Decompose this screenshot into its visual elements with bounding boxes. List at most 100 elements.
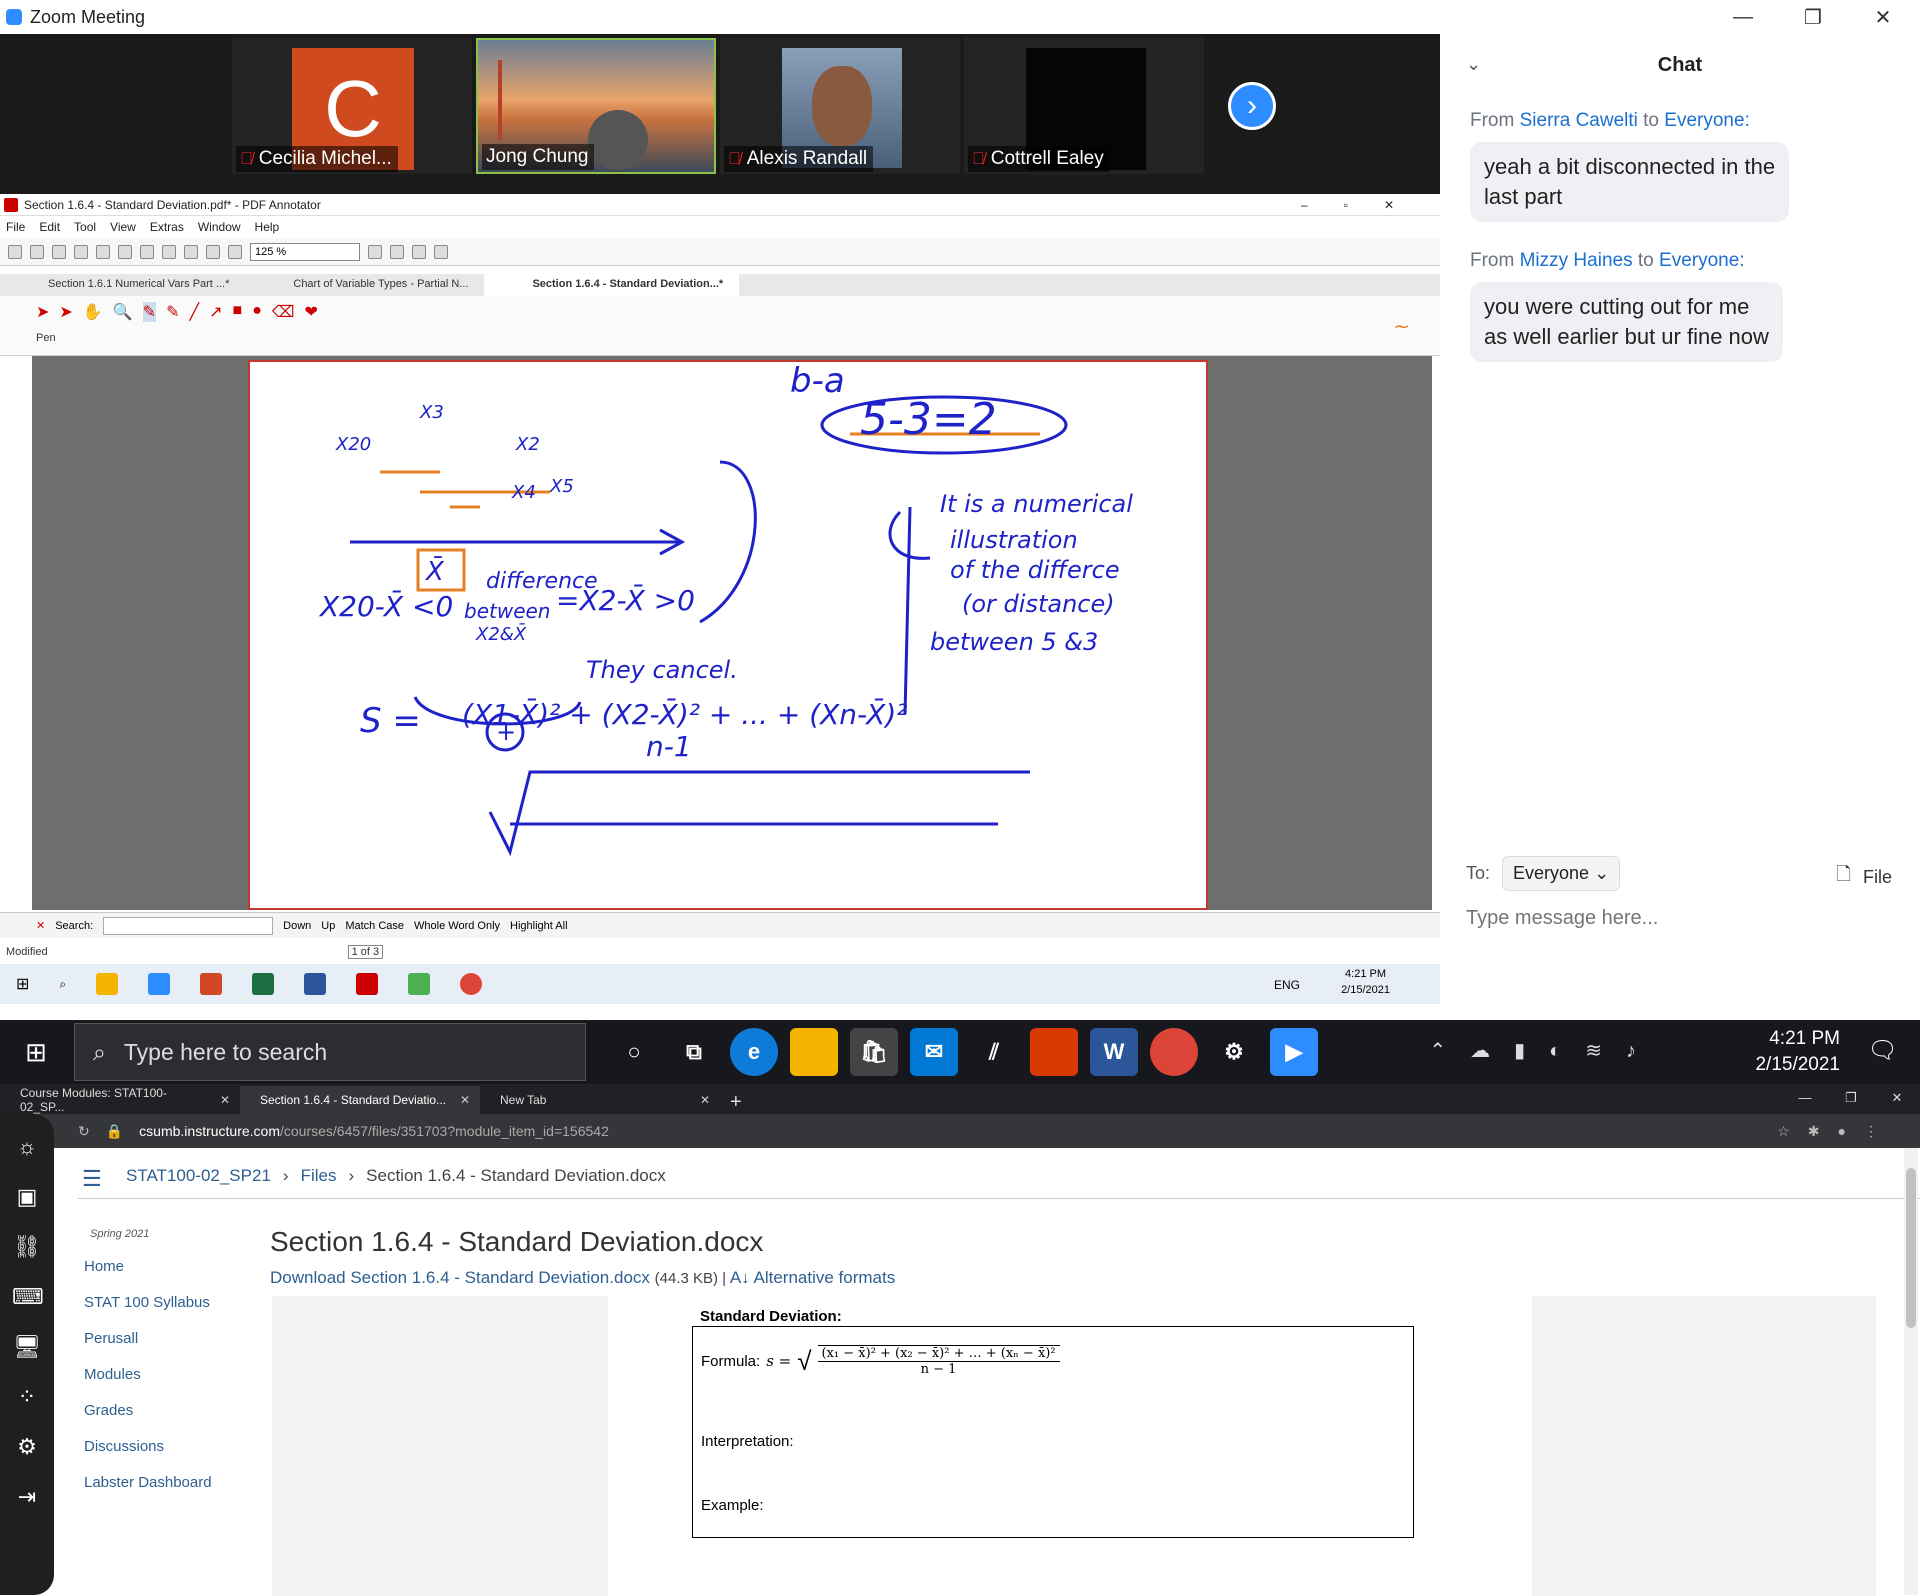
- search-up-button[interactable]: Up: [321, 920, 335, 932]
- stamp-icon[interactable]: ❤: [304, 302, 317, 322]
- zoom-in-icon[interactable]: [368, 244, 382, 259]
- browser-actions[interactable]: ☆✱●⋮: [1777, 1123, 1920, 1140]
- pdf-window-controls[interactable]: –▫✕: [1301, 198, 1440, 212]
- page-indicator[interactable]: 1 of 3: [347, 945, 384, 959]
- nav-home[interactable]: Home: [84, 1258, 212, 1294]
- menu-edit[interactable]: Edit: [39, 220, 60, 234]
- cortana-icon[interactable]: ○: [610, 1028, 658, 1076]
- settings-icon[interactable]: ⚙: [12, 1434, 42, 1464]
- pen-app-icon[interactable]: ⫽: [970, 1028, 1018, 1076]
- dots-icon[interactable]: ⁘: [12, 1384, 42, 1414]
- menu-tool[interactable]: Tool: [74, 220, 96, 234]
- system-tray[interactable]: ⌃☁▮◐≋♪: [1429, 1038, 1660, 1063]
- pdf-tab[interactable]: Chart of Variable Types - Partial N...: [245, 274, 484, 296]
- pdf-search-input[interactable]: [103, 916, 274, 935]
- open-icon[interactable]: [30, 244, 44, 259]
- search-down-button[interactable]: Down: [283, 920, 311, 932]
- notifications-icon[interactable]: 🗨: [1868, 1036, 1898, 1065]
- pointer-icon[interactable]: ➤: [36, 302, 49, 322]
- magnifier-icon[interactable]: 🔍: [113, 302, 133, 322]
- mail-icon[interactable]: ✉: [910, 1028, 958, 1076]
- participant-tile-active[interactable]: Jong Chung: [476, 38, 716, 174]
- breadcrumb-files[interactable]: Files: [301, 1166, 337, 1186]
- taskbar-search[interactable]: ⌕ Type here to search: [74, 1023, 586, 1081]
- taskbar-clock[interactable]: 4:21 PM 2/15/2021: [1755, 1026, 1840, 1078]
- restore-button[interactable]: ❐: [1778, 0, 1848, 34]
- hamburger-icon[interactable]: ☰: [82, 1166, 102, 1192]
- binoculars-icon[interactable]: [206, 244, 220, 259]
- excel-icon[interactable]: [252, 973, 275, 995]
- nav-syllabus[interactable]: STAT 100 Syllabus: [84, 1294, 212, 1330]
- close-button[interactable]: ✕: [1848, 0, 1918, 34]
- pen-icon[interactable]: ✎: [142, 302, 157, 322]
- nav-discussions[interactable]: Discussions: [84, 1438, 212, 1474]
- reload-icon[interactable]: ↻: [78, 1123, 90, 1140]
- page-scrollbar[interactable]: [1904, 1148, 1918, 1595]
- zoom-select[interactable]: 125 %: [250, 242, 360, 261]
- fit-page-icon[interactable]: [390, 244, 404, 259]
- file-explorer-icon[interactable]: [96, 973, 119, 995]
- undo-icon[interactable]: [162, 244, 176, 259]
- windows-start-icon[interactable]: ⊞: [16, 974, 29, 994]
- edge-icon[interactable]: e: [730, 1028, 778, 1076]
- zoom-out-icon[interactable]: [228, 244, 242, 259]
- close-tab-icon[interactable]: ✕: [700, 1093, 710, 1107]
- close-button[interactable]: ✕: [1874, 1084, 1920, 1114]
- word-icon[interactable]: [304, 973, 327, 995]
- menu-extras[interactable]: Extras: [150, 220, 184, 234]
- menu-file[interactable]: File: [6, 220, 25, 234]
- next-page-button[interactable]: ›: [1228, 82, 1276, 130]
- recipient-name[interactable]: Everyone:: [1664, 110, 1750, 131]
- zoom-app-icon[interactable]: [148, 973, 171, 995]
- close-tab-icon[interactable]: ✕: [460, 1093, 470, 1107]
- powerpoint-icon[interactable]: [200, 973, 223, 995]
- participant-tile[interactable]: C 🎙̸ Cecilia Michel...: [232, 38, 472, 174]
- file-explorer-icon[interactable]: [790, 1028, 838, 1076]
- url[interactable]: csumb.instructure.com/courses/6457/files…: [139, 1123, 609, 1139]
- window-icon[interactable]: ▣: [12, 1184, 42, 1214]
- store-icon[interactable]: 🛍: [850, 1028, 898, 1076]
- browser-tab[interactable]: Course Modules: STAT100-02_SP... ✕: [0, 1086, 240, 1114]
- task-view-icon[interactable]: ⧉: [670, 1028, 718, 1076]
- restore-button[interactable]: ❐: [1828, 1084, 1874, 1114]
- collapse-icon[interactable]: ⇥: [12, 1484, 42, 1514]
- search-icon[interactable]: ⌕: [59, 977, 66, 992]
- save-icon[interactable]: [52, 244, 66, 259]
- browser-tab-active[interactable]: Section 1.6.4 - Standard Deviatio... ✕: [240, 1086, 480, 1114]
- minimize-button[interactable]: —: [1782, 1084, 1828, 1114]
- breadcrumb-course[interactable]: STAT100-02_SP21: [126, 1166, 271, 1186]
- menu-help[interactable]: Help: [255, 220, 280, 234]
- match-case-toggle[interactable]: Match Case: [345, 920, 404, 932]
- browser-tab[interactable]: New Tab ✕: [480, 1086, 720, 1114]
- pdf-tab[interactable]: Section 1.6.1 Numerical Vars Part ...*: [0, 274, 245, 296]
- windows-start-icon[interactable]: ⊞: [0, 1020, 72, 1084]
- paste-icon[interactable]: [140, 244, 154, 259]
- highlight-all-toggle[interactable]: Highlight All: [510, 920, 567, 932]
- address-bar[interactable]: ↻ 🔒 csumb.instructure.com/courses/6457/f…: [0, 1114, 1920, 1148]
- participant-tile[interactable]: 🎙̸ Alexis Randall: [720, 38, 960, 174]
- minimize-button[interactable]: —: [1708, 0, 1778, 34]
- menu-view[interactable]: View: [110, 220, 136, 234]
- zoom-app-icon[interactable]: ▶: [1270, 1028, 1318, 1076]
- chrome-icon[interactable]: [1150, 1028, 1198, 1076]
- scrollbar-thumb[interactable]: [1906, 1168, 1916, 1328]
- print-icon[interactable]: [74, 244, 88, 259]
- download-link[interactable]: Download Section 1.6.4 - Standard Deviat…: [270, 1268, 650, 1287]
- participant-tile[interactable]: 🎙̸ Cottrell Ealey: [964, 38, 1204, 174]
- full-screen-icon[interactable]: [434, 244, 448, 259]
- nav-grades[interactable]: Grades: [84, 1402, 212, 1438]
- settings-icon[interactable]: ⚙: [1210, 1028, 1258, 1076]
- recipient-name[interactable]: Everyone:: [1659, 250, 1745, 271]
- nav-modules[interactable]: Modules: [84, 1366, 212, 1402]
- hand-icon[interactable]: ✋: [83, 302, 103, 322]
- rectangle-icon[interactable]: ■: [233, 302, 243, 322]
- new-icon[interactable]: [8, 244, 22, 259]
- pdf-page[interactable]: b-a 5-3=2 It is a numerical illustration…: [248, 360, 1208, 910]
- nav-labster[interactable]: Labster Dashboard: [84, 1474, 212, 1510]
- eraser-icon[interactable]: ⌫: [272, 302, 295, 322]
- chrome-icon[interactable]: [460, 973, 483, 995]
- chat-input[interactable]: [1466, 898, 1886, 938]
- camtasia-icon[interactable]: [408, 973, 431, 995]
- arrow-icon[interactable]: ↗: [209, 302, 222, 322]
- ellipse-icon[interactable]: ●: [252, 302, 262, 322]
